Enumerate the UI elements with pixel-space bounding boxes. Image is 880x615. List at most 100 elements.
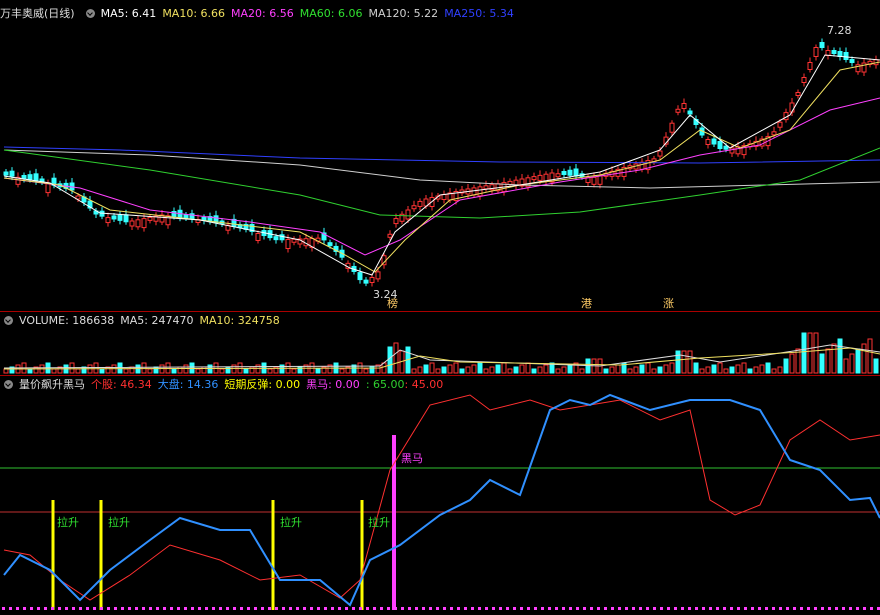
volume-bar bbox=[615, 364, 621, 374]
volume-bar bbox=[195, 368, 201, 374]
price-candle bbox=[831, 50, 837, 54]
volume-bar bbox=[807, 332, 813, 374]
baseline-dot bbox=[464, 607, 467, 610]
price-candle bbox=[555, 173, 561, 178]
price-candle bbox=[573, 168, 579, 177]
volume-bar bbox=[465, 366, 471, 374]
volume-bar bbox=[873, 358, 879, 374]
volume-bar bbox=[825, 348, 831, 374]
baseline-dot bbox=[695, 607, 698, 610]
price-candle bbox=[45, 183, 51, 194]
baseline-dot bbox=[737, 607, 740, 610]
volume-bar bbox=[639, 364, 645, 374]
price-candle bbox=[813, 47, 819, 57]
volume-bar bbox=[471, 364, 477, 374]
price-candle bbox=[675, 108, 681, 113]
volume-bar bbox=[867, 338, 873, 374]
volume-bar bbox=[153, 366, 159, 374]
baseline-dot bbox=[268, 607, 271, 610]
volume-bar bbox=[735, 364, 741, 374]
price-candle bbox=[141, 218, 147, 229]
baseline-dot bbox=[233, 607, 236, 610]
ma120-line bbox=[3, 149, 880, 189]
marker-gang: 港 bbox=[581, 297, 592, 310]
volume-bar bbox=[417, 366, 423, 374]
baseline-dot bbox=[478, 607, 481, 610]
baseline-dot bbox=[380, 607, 383, 610]
volume-bar bbox=[531, 368, 537, 374]
baseline-dot bbox=[870, 607, 873, 610]
baseline-dot bbox=[345, 607, 348, 610]
baseline-dot bbox=[793, 607, 796, 610]
volume-bar bbox=[711, 364, 717, 374]
baseline-dot bbox=[30, 607, 33, 610]
volume-bar bbox=[705, 366, 711, 374]
price-candle bbox=[531, 176, 537, 181]
volume-bar bbox=[501, 362, 507, 374]
baseline-dot bbox=[485, 607, 488, 610]
baseline-dot bbox=[590, 607, 593, 610]
volume-bar bbox=[783, 358, 789, 374]
volume-bar bbox=[447, 364, 453, 374]
price-candle bbox=[357, 272, 363, 281]
price-candle bbox=[771, 131, 777, 136]
volume-bar bbox=[411, 368, 417, 374]
volume-bar bbox=[651, 368, 657, 374]
price-candle bbox=[117, 214, 123, 221]
baseline-dot bbox=[765, 607, 768, 610]
volume-bar bbox=[753, 366, 759, 374]
price-candle bbox=[669, 122, 675, 133]
volume-bar bbox=[693, 362, 699, 374]
baseline-dot bbox=[16, 607, 19, 610]
price-candle bbox=[801, 77, 807, 83]
baseline-dot bbox=[828, 607, 831, 610]
volume-bar bbox=[441, 366, 447, 374]
price-candle bbox=[9, 170, 15, 177]
volume-bar bbox=[51, 368, 57, 374]
volume-bar bbox=[243, 368, 249, 374]
price-candle bbox=[705, 139, 711, 145]
volume-bar bbox=[489, 366, 495, 374]
volume-bar bbox=[495, 364, 501, 374]
volume-bar bbox=[363, 368, 369, 374]
baseline-dot bbox=[114, 607, 117, 610]
price-candle bbox=[807, 62, 813, 70]
volume-chart-area bbox=[3, 332, 880, 374]
signal-label-4: 拉升 bbox=[368, 515, 390, 529]
baseline-dot bbox=[625, 607, 628, 610]
volume-bar bbox=[225, 366, 231, 374]
price-chart-area bbox=[3, 38, 880, 287]
volume-ma10-line bbox=[3, 347, 880, 370]
price-candle bbox=[561, 171, 567, 175]
baseline-dot bbox=[65, 607, 68, 610]
baseline-dot bbox=[534, 607, 537, 610]
stock-chart[interactable]: 7.28 3.24 榜 港 涨 拉升 拉升 拉升 拉升 黑马 bbox=[0, 0, 880, 615]
price-candle bbox=[405, 209, 411, 220]
price-candle bbox=[795, 92, 801, 96]
volume-bar bbox=[687, 350, 693, 374]
volume-bar bbox=[537, 366, 543, 374]
baseline-dot bbox=[492, 607, 495, 610]
baseline-dot bbox=[772, 607, 775, 610]
ma5-line bbox=[3, 54, 880, 276]
baseline-dot bbox=[835, 607, 838, 610]
price-candle bbox=[255, 232, 261, 241]
volume-bar bbox=[3, 368, 9, 374]
price-candle bbox=[363, 279, 369, 284]
baseline-dot bbox=[751, 607, 754, 610]
baseline-dot bbox=[471, 607, 474, 610]
price-candle bbox=[183, 214, 189, 219]
high-price-label: 7.28 bbox=[827, 24, 852, 37]
price-candle bbox=[273, 236, 279, 241]
volume-bar bbox=[423, 364, 429, 374]
baseline-dot bbox=[436, 607, 439, 610]
volume-bar bbox=[453, 362, 459, 374]
price-candle bbox=[567, 169, 573, 176]
baseline-dot bbox=[359, 607, 362, 610]
volume-bar bbox=[117, 362, 123, 374]
baseline-dot bbox=[72, 607, 75, 610]
baseline-dot bbox=[303, 607, 306, 610]
baseline-dot bbox=[618, 607, 621, 610]
baseline-dot bbox=[597, 607, 600, 610]
signal-label-1: 拉升 bbox=[57, 515, 79, 529]
